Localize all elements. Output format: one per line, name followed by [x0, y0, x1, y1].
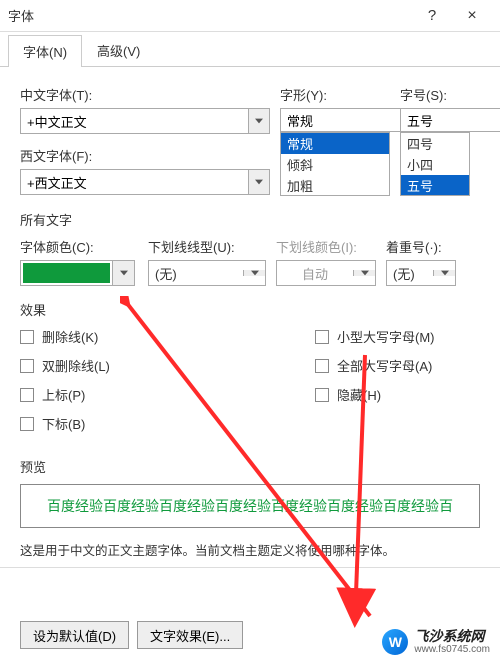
list-item[interactable]: 五号 — [401, 175, 469, 196]
label-font-size: 字号(S): — [400, 85, 470, 104]
font-size-list[interactable]: 四号 小四 五号 — [400, 132, 470, 196]
list-item[interactable]: 倾斜 — [281, 154, 389, 175]
underline-color-dropdown — [353, 270, 375, 276]
font-style-list[interactable]: 常规 倾斜 加粗 — [280, 132, 390, 196]
tab-bar: 字体(N) 高级(V) — [0, 32, 500, 67]
list-item[interactable]: 小四 — [401, 154, 469, 175]
chinese-font-input[interactable] — [20, 108, 248, 134]
tab-font[interactable]: 字体(N) — [8, 35, 82, 67]
titlebar: 字体 ? × — [0, 0, 500, 32]
effects-checks: 删除线(K) 双删除线(L) 上标(P) 下标(B) 小型大写字母(M) 全部大… — [20, 327, 480, 443]
check-all-caps[interactable]: 全部大写字母(A) — [315, 356, 480, 375]
watermark-title: 飞沙系统网 — [414, 629, 490, 644]
checkbox-icon — [20, 417, 34, 431]
check-superscript[interactable]: 上标(P) — [20, 385, 185, 404]
list-item[interactable]: 常规 — [281, 133, 389, 154]
close-button[interactable]: × — [452, 7, 492, 25]
underline-color-select: 自动 — [276, 260, 376, 286]
emphasis-dropdown[interactable] — [433, 270, 455, 276]
checkbox-icon — [20, 330, 34, 344]
checkbox-icon — [20, 388, 34, 402]
check-subscript[interactable]: 下标(B) — [20, 414, 185, 433]
label-font-color: 字体颜色(C): — [20, 237, 138, 256]
label-underline-color: 下划线颜色(I): — [276, 237, 376, 256]
check-small-caps[interactable]: 小型大写字母(M) — [315, 327, 480, 346]
text-effects-button[interactable]: 文字效果(E)... — [137, 621, 243, 649]
font-size-combo[interactable] — [400, 108, 470, 132]
underline-color-value: 自动 — [277, 264, 353, 283]
tab-advanced[interactable]: 高级(V) — [82, 34, 155, 66]
divider — [0, 567, 500, 568]
window-title: 字体 — [8, 6, 412, 25]
set-default-button[interactable]: 设为默认值(D) — [20, 621, 129, 649]
chinese-font-dropdown[interactable] — [248, 108, 270, 134]
label-font-style: 字形(Y): — [280, 85, 390, 104]
preview-note: 这是用于中文的正文主题字体。当前文档主题定义将使用哪种字体。 — [20, 540, 480, 559]
underline-style-select[interactable]: (无) — [148, 260, 266, 286]
checkbox-icon — [315, 388, 329, 402]
checkbox-icon — [20, 359, 34, 373]
font-color-dropdown[interactable] — [112, 261, 134, 285]
checkbox-icon — [315, 359, 329, 373]
list-item[interactable]: 加粗 — [281, 175, 389, 196]
label-western-font: 西文字体(F): — [20, 146, 270, 165]
underline-style-dropdown[interactable] — [243, 270, 265, 276]
emphasis-value: (无) — [387, 264, 433, 283]
watermark: W 飞沙系统网 www.fs0745.com — [378, 627, 494, 657]
label-chinese-font: 中文字体(T): — [20, 85, 270, 104]
label-all-text: 所有文字 — [20, 210, 480, 229]
label-underline-style: 下划线线型(U): — [148, 237, 266, 256]
label-emphasis: 着重号(·): — [386, 237, 456, 256]
watermark-url: www.fs0745.com — [414, 644, 490, 655]
underline-style-value: (无) — [149, 264, 243, 283]
western-font-input[interactable] — [20, 169, 248, 195]
western-font-dropdown[interactable] — [248, 169, 270, 195]
list-item[interactable]: 四号 — [401, 133, 469, 154]
label-preview: 预览 — [20, 457, 480, 476]
check-strike[interactable]: 删除线(K) — [20, 327, 185, 346]
western-font-combo[interactable] — [20, 169, 270, 195]
checkbox-icon — [315, 330, 329, 344]
emphasis-select[interactable]: (无) — [386, 260, 456, 286]
color-swatch — [23, 263, 110, 283]
label-effects: 效果 — [20, 300, 480, 319]
dialog-content: 中文字体(T): 西文字体(F): 字形(Y): 常规 倾斜 加粗 字 — [0, 67, 500, 578]
check-double-strike[interactable]: 双删除线(L) — [20, 356, 185, 375]
help-button[interactable]: ? — [412, 7, 452, 24]
font-style-combo[interactable] — [280, 108, 390, 132]
check-hidden[interactable]: 隐藏(H) — [315, 385, 480, 404]
chinese-font-combo[interactable] — [20, 108, 270, 134]
watermark-logo-icon: W — [382, 629, 408, 655]
font-size-input[interactable] — [400, 108, 500, 132]
preview-box: 百度经验百度经验百度经验百度经验百度经验百度经验百度经验百 — [20, 484, 480, 528]
font-color-picker[interactable] — [20, 260, 135, 286]
